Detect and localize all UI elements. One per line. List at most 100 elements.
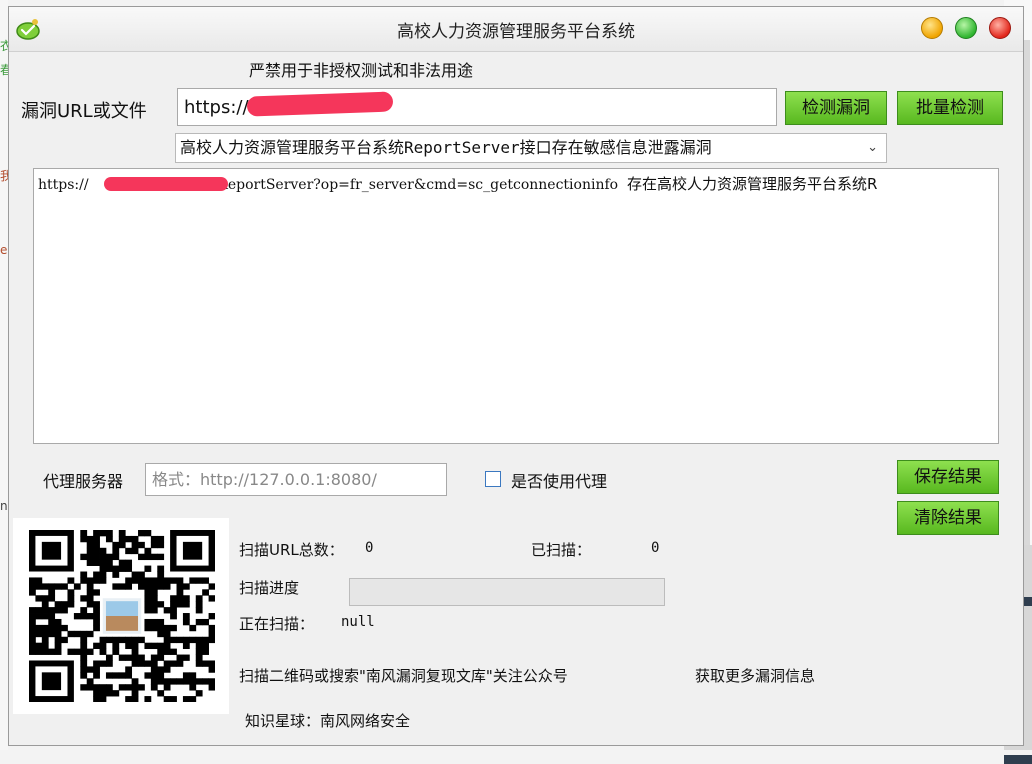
qr-module <box>80 613 88 620</box>
qr-module <box>170 678 177 685</box>
scan-progress-bar <box>349 578 665 606</box>
qr-module <box>163 624 171 632</box>
qr-module <box>93 577 100 584</box>
qr-module <box>150 595 158 602</box>
qr-module <box>157 648 165 655</box>
qr-module <box>93 672 100 679</box>
check-vuln-button[interactable]: 检测漏洞 <box>785 91 887 125</box>
qr-module <box>150 607 158 614</box>
qr-module <box>195 642 203 650</box>
qr-module <box>29 648 36 655</box>
qr-module <box>125 672 133 679</box>
qr-module <box>202 648 209 655</box>
qr-module <box>144 583 152 590</box>
qr-module <box>112 636 120 644</box>
qr-module <box>208 630 215 638</box>
title-bar[interactable]: 高校人力资源管理服务平台系统 <box>9 7 1023 52</box>
qr-module <box>163 577 171 584</box>
qr-module <box>202 618 209 626</box>
qr-module <box>93 541 100 549</box>
qr-module <box>138 577 145 584</box>
qr-module <box>170 648 177 655</box>
qr-module <box>67 601 75 608</box>
qr-module <box>118 565 126 572</box>
qr-module <box>93 547 100 555</box>
save-results-button[interactable]: 保存结果 <box>897 460 999 494</box>
qr-module <box>144 547 152 555</box>
qr-module <box>150 589 158 596</box>
qr-module <box>118 636 126 644</box>
qr-module <box>182 636 190 644</box>
qr-module <box>105 535 113 543</box>
qr-module <box>150 684 158 691</box>
qr-module <box>35 613 43 620</box>
qr-module <box>131 678 139 685</box>
background-left-strip: 衣 春 我 e n <box>0 0 12 750</box>
qr-module <box>99 648 107 655</box>
qr-module <box>157 690 165 697</box>
qr-module <box>138 571 145 578</box>
proxy-input[interactable] <box>145 463 447 496</box>
qr-module <box>157 601 165 608</box>
qr-module <box>170 696 177 702</box>
qr-module <box>170 636 177 644</box>
qr-module <box>170 577 177 584</box>
vuln-select[interactable]: 高校人力资源管理服务平台系统ReportServer接口存在敏感信息泄露漏洞 ⌄ <box>175 133 887 163</box>
qr-module <box>163 678 171 685</box>
qr-module <box>125 583 133 590</box>
qr-module <box>176 660 184 667</box>
qr-module <box>80 530 88 537</box>
result-textarea[interactable]: https:///ReportServer?op=fr_server&cmd=s… <box>33 168 999 444</box>
qr-module <box>157 583 165 590</box>
qr-finder-center <box>182 541 203 560</box>
qr-module <box>125 547 133 555</box>
knowledge-planet-text: 知识星球：南风网络安全 <box>245 712 411 730</box>
qr-module <box>54 618 62 626</box>
qr-module <box>118 684 126 691</box>
qr-module <box>99 690 107 697</box>
qr-module <box>112 690 120 697</box>
qr-module <box>157 553 165 561</box>
qr-module <box>86 678 94 685</box>
qr-module <box>163 684 171 691</box>
qr-module <box>208 583 215 590</box>
qr-module <box>150 642 158 650</box>
qr-module <box>163 630 171 638</box>
qr-module <box>86 666 94 673</box>
batch-check-button[interactable]: 批量检测 <box>897 91 1003 125</box>
qr-module <box>86 613 94 620</box>
qr-module <box>144 595 152 602</box>
qr-module <box>163 696 171 702</box>
qr-module <box>93 559 100 566</box>
maximize-button[interactable] <box>955 17 977 39</box>
qr-module <box>35 624 43 632</box>
qr-module <box>157 672 165 679</box>
qr-module <box>144 553 152 561</box>
qr-module <box>144 530 152 537</box>
qr-module <box>125 577 133 584</box>
clear-results-button[interactable]: 清除结果 <box>897 501 999 535</box>
qr-module <box>131 547 139 555</box>
qr-module <box>54 601 62 608</box>
qr-module <box>118 672 126 679</box>
qr-module <box>41 583 49 590</box>
qr-module <box>157 666 165 673</box>
qr-module <box>118 654 126 661</box>
qr-module <box>29 642 36 650</box>
close-button[interactable] <box>989 17 1011 39</box>
use-proxy-checkbox[interactable] <box>485 471 501 487</box>
qr-module <box>195 690 203 697</box>
qr-logo-sky <box>105 601 139 616</box>
qr-module <box>118 530 126 537</box>
qr-module <box>150 577 158 584</box>
chevron-down-icon[interactable]: ⌄ <box>867 134 878 162</box>
qr-module <box>93 696 100 702</box>
qr-module <box>41 648 49 655</box>
qr-module <box>195 618 203 626</box>
qr-module <box>80 607 88 614</box>
qr-module <box>86 583 94 590</box>
minimize-button[interactable] <box>921 17 943 39</box>
qr-module <box>182 642 190 650</box>
scan-total-value: 0 <box>365 540 374 556</box>
qr-module <box>80 660 88 667</box>
